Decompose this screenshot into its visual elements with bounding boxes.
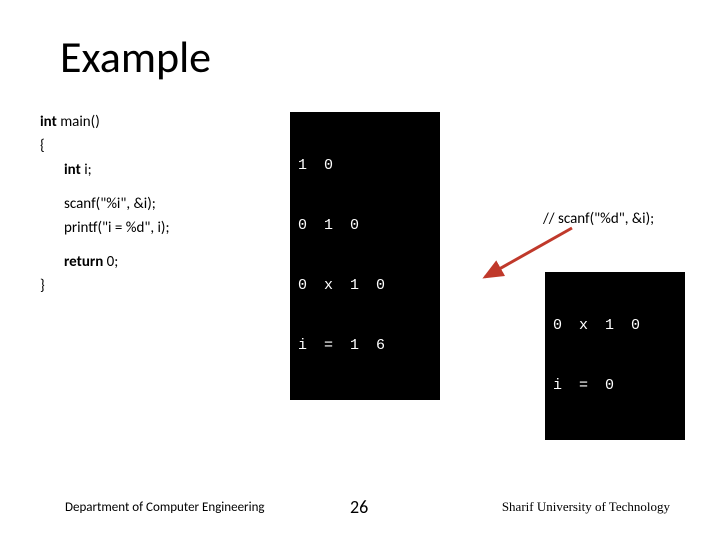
keyword-int: int: [40, 113, 57, 131]
keyword-return: return: [64, 253, 103, 271]
output-box-4: 0 x 1 0 i = 0: [545, 272, 685, 440]
slide: Example int main() { int i; scanf("%i", …: [0, 0, 720, 540]
arrow-icon: [477, 225, 582, 285]
code-text: i;: [81, 161, 92, 179]
code-block: int main() { int i; scanf("%i", &i); pri…: [40, 110, 290, 298]
code-line: int i;: [40, 158, 290, 182]
code-line: int main(): [40, 110, 290, 134]
code-line: {: [40, 134, 290, 158]
code-line: printf("i = %d", i);: [40, 216, 290, 240]
output-line: 0 x 1 0: [298, 276, 432, 296]
code-text: main(): [57, 113, 100, 131]
footer-right: Sharif University of Technology: [502, 499, 670, 515]
code-line: return 0;: [40, 250, 290, 274]
code-line: scanf("%i", &i);: [40, 192, 290, 216]
output-line: 0 x 1 0: [553, 316, 677, 336]
page-number: 26: [350, 496, 368, 518]
code-line: }: [40, 274, 290, 298]
output-line: i = 0: [553, 376, 677, 396]
code-text: 0;: [103, 253, 118, 271]
output-box-3: 0 x 1 0 i = 1 6: [290, 232, 440, 400]
slide-title: Example: [60, 30, 211, 84]
footer-left: Department of Computer Engineering: [65, 500, 265, 515]
keyword-int: int: [64, 161, 81, 179]
output-line: i = 1 6: [298, 336, 432, 356]
